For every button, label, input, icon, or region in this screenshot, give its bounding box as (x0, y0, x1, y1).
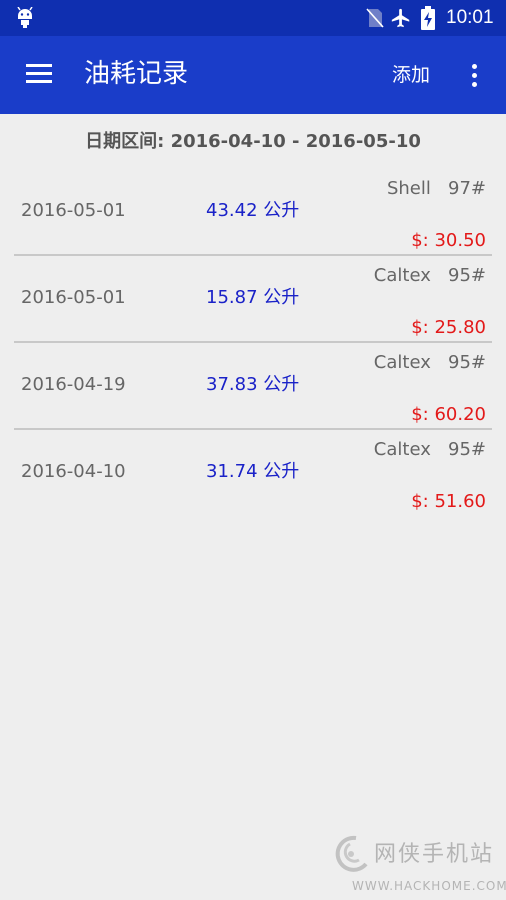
airplane-mode-icon (391, 8, 410, 28)
record-station: Shell 97# (386, 178, 486, 199)
record-date: 2016-05-01 (21, 200, 126, 221)
record-volume: 37.83 公升 (206, 374, 300, 395)
watermark-logo (335, 835, 368, 872)
record-cost: $: 25.80 (411, 317, 486, 338)
record-volume: 43.42 公升 (206, 200, 300, 221)
record-station: Caltex 95# (373, 439, 486, 460)
record-date: 2016-04-10 (21, 461, 126, 482)
app-toolbar: 油耗记录 添加 (0, 36, 506, 114)
record-date: 2016-04-19 (21, 374, 126, 395)
record-cost: $: 60.20 (411, 404, 486, 425)
watermark-url: WWW.HACKHOME.COM (352, 879, 506, 893)
date-range-label[interactable]: 日期区间: 2016-04-10 - 2016-05-10 (0, 128, 506, 156)
watermark-text: 网侠手机站 (374, 842, 495, 867)
status-bar: 10:01 (0, 0, 506, 36)
list-item[interactable]: 2016-05-01 15.87 公升 Caltex 95# $: 25.80 (0, 255, 506, 343)
record-station: Caltex 95# (373, 265, 486, 286)
menu-icon[interactable] (20, 58, 60, 92)
record-cost: $: 30.50 (411, 230, 486, 251)
records-list: 2016-05-01 43.42 公升 Shell 97# $: 30.50 2… (0, 168, 506, 516)
android-debug-icon (17, 7, 33, 28)
battery-charging-icon (421, 6, 435, 30)
no-sim-icon (366, 8, 384, 28)
list-item[interactable]: 2016-04-19 37.83 公升 Caltex 95# $: 60.20 (0, 342, 506, 430)
page-title: 油耗记录 (84, 59, 189, 89)
list-item[interactable]: 2016-04-10 31.74 公升 Caltex 95# $: 51.60 (0, 429, 506, 516)
record-volume: 15.87 公升 (206, 287, 300, 308)
record-cost: $: 51.60 (411, 491, 486, 512)
status-time: 10:01 (446, 7, 494, 28)
list-item[interactable]: 2016-05-01 43.42 公升 Shell 97# $: 30.50 (0, 168, 506, 256)
record-station: Caltex 95# (373, 352, 486, 373)
record-date: 2016-05-01 (21, 287, 126, 308)
record-volume: 31.74 公升 (206, 461, 300, 482)
add-button[interactable]: 添加 (392, 61, 430, 89)
more-vert-icon[interactable] (462, 58, 486, 92)
